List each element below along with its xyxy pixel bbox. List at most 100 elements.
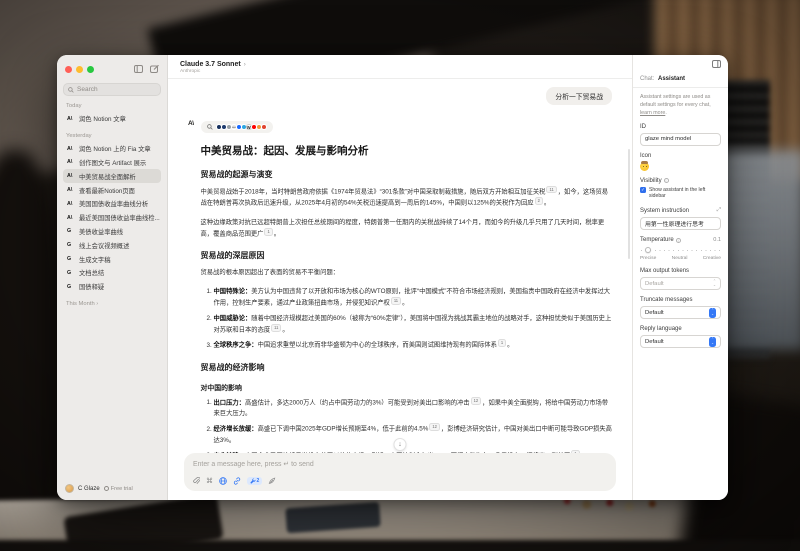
search-placeholder: Search [77, 86, 98, 93]
tools-count-badge[interactable]: 2 [247, 477, 262, 485]
info-icon: i [676, 238, 681, 243]
search-icon [68, 87, 74, 93]
chat-main: Claude 3.7 Sonnet › Anthropic 分析一下贸易战 A\… [168, 55, 632, 500]
toggle-settings-panel-icon[interactable] [712, 60, 721, 68]
chat-history-item[interactable]: A\ 创作图文与 Artifact 展示 [63, 156, 161, 170]
citation-badge[interactable]: 1 [264, 228, 272, 236]
user-message-bubble[interactable]: 分析一下贸易战 [546, 87, 612, 105]
temperature-slider[interactable] [641, 246, 720, 254]
panel-tab[interactable]: Chat: Assistant [640, 76, 721, 82]
search-input[interactable]: Search [63, 83, 161, 96]
assistant-article: 中美贸易战：起因、发展与影响分析贸易战的起源与演变中美贸易战始于2018年，当时… [201, 143, 613, 453]
attachment-icon[interactable] [193, 477, 200, 485]
article-title: 中美贸易战：起因、发展与影响分析 [201, 143, 613, 158]
history-group-label: Today [66, 103, 158, 109]
scroll-to-bottom-button[interactable]: ↓ [394, 438, 407, 451]
assistant-emoji-icon[interactable] [640, 162, 649, 171]
select-stepper-icon[interactable]: ⌃⌄ [709, 308, 716, 318]
chat-history-item[interactable]: A\润色 Notion 文章 [63, 112, 161, 126]
chat-history-item[interactable]: G生成文字稿 [63, 252, 161, 266]
account-name: C Glaze [78, 486, 100, 492]
chat-history-item[interactable]: A\最近美国国债收益率曲线检... [63, 211, 161, 225]
minimize-window-button[interactable] [76, 66, 83, 73]
citation-badge[interactable]: 1 [571, 450, 579, 453]
select-stepper-icon[interactable]: ⌃⌄ [709, 337, 716, 347]
quill-icon[interactable] [268, 477, 276, 485]
chat-history-item[interactable]: G文档总结 [63, 266, 161, 280]
section-intro: 贸易战的根本原因超出了表面的贸易不平衡问题： [201, 267, 613, 278]
temperature-label: Temperaturei 0.1 [640, 237, 721, 243]
system-instruction-input[interactable]: 用第一性原理进行思考 [640, 217, 721, 230]
gemini-logo-icon: G [67, 242, 75, 248]
chat-history-item-label: 美债收益率曲线 [79, 227, 123, 236]
anthropic-logo-icon: A\ [67, 173, 75, 179]
citation-badge[interactable]: 12 [429, 423, 440, 431]
chat-header: Claude 3.7 Sonnet › Anthropic [168, 55, 632, 79]
truncate-label: Truncate messages [640, 297, 721, 303]
citation-badge[interactable]: 12 [471, 397, 482, 405]
chat-history-item[interactable]: A\ 查看最新Notion页面 [63, 183, 161, 197]
zoom-window-button[interactable] [87, 66, 94, 73]
list-item: 中国威胁论：随着中国经济规模超过美国的60%（被称为“60%定律”），美国将中国… [214, 313, 613, 336]
chat-history-item[interactable]: A\中美贸易战全面解析 [63, 169, 161, 183]
learn-more-link[interactable]: learn more [640, 110, 665, 116]
composer-toolbar: ⌘ 2 [193, 477, 607, 485]
max-tokens-input[interactable]: Default ⌃⌄ [640, 277, 721, 290]
anthropic-logo-icon: A\ [67, 187, 75, 193]
temperature-scale: PreciseNeutralCreative [640, 256, 721, 261]
chat-history-item-label: 润色 Notion 上的 Fia 文章 [79, 144, 151, 153]
list-item: 经济增长放缓：高盛已下调中国2025年GDP增长预期至4%，低于此前的4.5%1… [214, 423, 613, 446]
history-group-label: Yesterday [66, 133, 158, 139]
citation-badge[interactable]: 11 [391, 297, 401, 305]
knowledge-link-icon[interactable] [233, 477, 241, 485]
web-search-sources-chip[interactable]: •••W [201, 121, 274, 133]
id-input[interactable]: glaze mind model [640, 133, 721, 146]
model-provider: Anthropic [180, 69, 620, 74]
citation-badge[interactable]: 2 [535, 197, 543, 205]
visibility-checkbox-row[interactable]: ✓ Show assistant in the left sidebar [640, 187, 721, 200]
truncate-select[interactable]: Default ⌃⌄ [640, 306, 721, 319]
user-message-row: 分析一下贸易战 [188, 87, 612, 105]
chat-history-item[interactable]: A\润色 Notion 上的 Fia 文章 [63, 142, 161, 156]
citation-badge[interactable]: 11 [546, 186, 556, 194]
chat-history-item-label: 查看最新Notion页面 [79, 186, 135, 195]
chat-history-item[interactable]: G美债收益率曲线 [63, 225, 161, 239]
anthropic-logo-icon: A\ [67, 201, 75, 207]
window-controls [57, 55, 167, 78]
checkbox-checked-icon[interactable]: ✓ [640, 187, 646, 193]
slider-thumb[interactable] [645, 247, 652, 254]
temperature-value: 0.1 [713, 237, 721, 243]
chat-history-item[interactable]: G线上会议视频概述 [63, 238, 161, 252]
new-chat-icon[interactable] [150, 65, 159, 73]
anthropic-logo-icon: A\ [67, 159, 75, 165]
chat-history-item-label: 最近美国国债收益率曲线检... [79, 213, 160, 222]
web-browsing-icon[interactable] [219, 477, 227, 485]
info-icon: i [664, 178, 669, 183]
chat-history-item-label: 创作图文与 Artifact 展示 [79, 158, 146, 167]
panel-divider [633, 87, 728, 88]
citation-badge[interactable]: 1 [498, 339, 506, 347]
list-item-lead: 出口压力： [214, 399, 245, 406]
chat-history-item[interactable]: A\美国国债收益率曲线分析 [63, 197, 161, 211]
chevron-right-icon: › [244, 62, 246, 68]
reply-language-label: Reply language [640, 326, 721, 332]
shortcuts-icon[interactable]: ⌘ [206, 478, 213, 485]
list-item: 中国特殊论：美方认为中国违背了以开放和市场为核心的WTO原则，批评“中国模式”不… [214, 286, 613, 309]
message-composer[interactable]: Enter a message here, press ↵ to send ⌘ … [184, 453, 616, 491]
account-footer[interactable]: C Glaze Free trial [65, 484, 133, 493]
message-scroll-area[interactable]: 分析一下贸易战 A\ •••W 中美贸易战：起因、发展与影响分析贸易战的起源与演… [168, 79, 632, 453]
history-group-label[interactable]: This Month › [66, 301, 158, 307]
toggle-sidebar-icon[interactable] [134, 65, 143, 73]
expand-icon[interactable]: ⤢ [717, 207, 721, 214]
reply-language-select[interactable]: Default ⌃⌄ [640, 335, 721, 348]
list-item-lead: 经济增长放缓： [214, 426, 258, 433]
anthropic-logo-icon: A\ [67, 116, 75, 122]
article-paragraph: 这种边缘政策对抗已远超特朗普上次担任总统期间的程度，特朗普第一任期内的关税战持续… [201, 217, 613, 240]
stepper-icon[interactable]: ⌃⌄ [713, 280, 716, 286]
chat-history-item[interactable]: G国债释疑 [63, 280, 161, 294]
citation-badge[interactable]: 11 [271, 324, 281, 332]
chat-scrollbar[interactable] [628, 149, 630, 259]
close-window-button[interactable] [65, 66, 72, 73]
model-selector[interactable]: Claude 3.7 Sonnet › [180, 61, 620, 68]
assistant-message: A\ •••W 中美贸易战：起因、发展与影响分析贸易战的起源与演变中美贸易战始于… [188, 117, 612, 453]
